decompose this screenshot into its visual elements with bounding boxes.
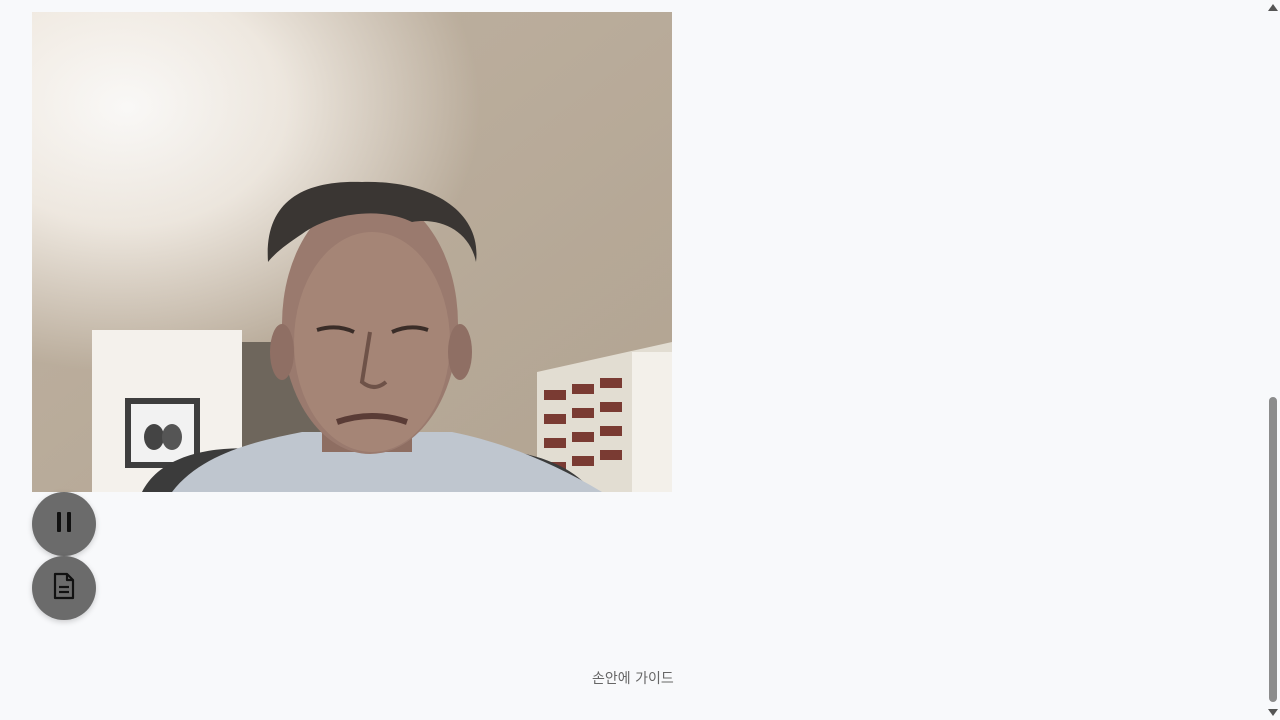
scroll-thumb[interactable] <box>1269 397 1277 702</box>
page: 손안에 가이드 <box>0 0 1280 720</box>
document-icon <box>52 572 76 604</box>
camera-video <box>32 12 672 492</box>
scroll-up-arrow-icon[interactable] <box>1268 4 1278 11</box>
pause-icon <box>54 512 74 536</box>
vertical-scrollbar[interactable] <box>1265 0 1280 720</box>
guide-link[interactable]: 손안에 가이드 <box>592 668 674 688</box>
document-button[interactable] <box>32 556 96 620</box>
camera-image <box>32 12 672 492</box>
scroll-down-arrow-icon[interactable] <box>1268 709 1278 716</box>
pause-button[interactable] <box>32 492 96 556</box>
